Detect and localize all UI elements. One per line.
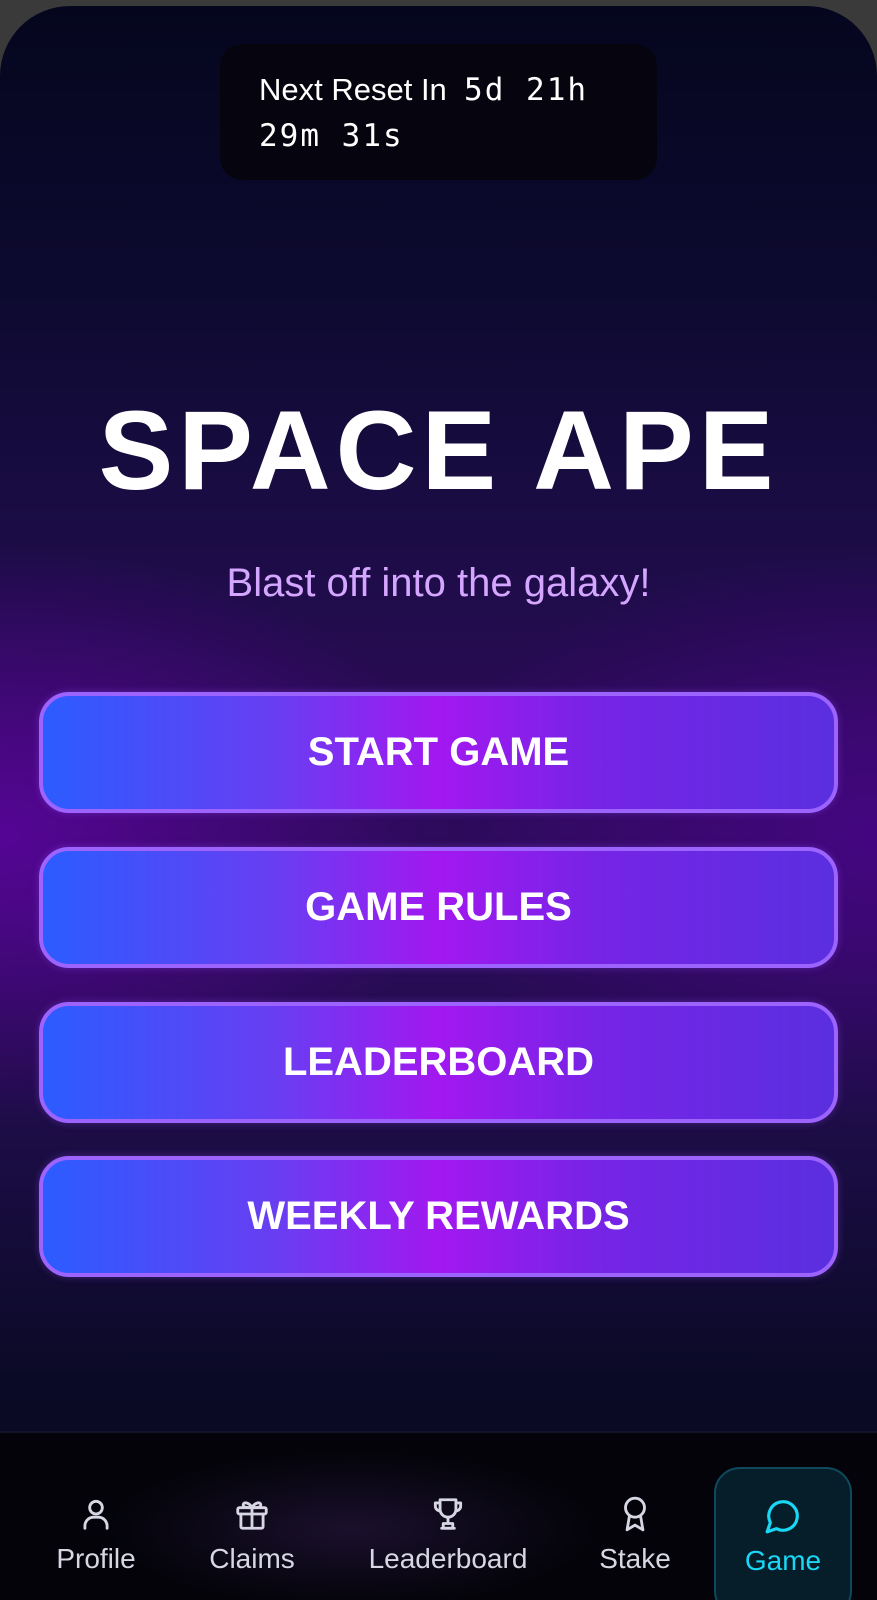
timer-label: Next Reset In bbox=[259, 72, 447, 107]
timer-line-1: Next Reset In 5d 21h bbox=[259, 72, 588, 108]
nav-label-profile: Profile bbox=[56, 1543, 136, 1574]
nav-item-claims[interactable]: Claims bbox=[192, 1433, 312, 1600]
trophy-icon bbox=[433, 1498, 463, 1530]
nav-label-game: Game bbox=[744, 1545, 822, 1576]
start-game-button[interactable]: START GAME bbox=[39, 692, 838, 813]
timer-minutes-seconds: 29m 31s bbox=[259, 118, 404, 154]
reset-timer: Next Reset In 5d 21h 29m 31s bbox=[220, 44, 657, 180]
game-rules-button[interactable]: GAME RULES bbox=[39, 847, 838, 968]
chat-bubble-icon bbox=[765, 1500, 799, 1534]
award-icon bbox=[624, 1496, 646, 1532]
timer-line-2: 29m 31s bbox=[259, 118, 404, 154]
nav-item-stake[interactable]: Stake bbox=[580, 1433, 690, 1600]
timer-days-hours: 5d 21h bbox=[464, 72, 589, 108]
leaderboard-button[interactable]: LEADERBOARD bbox=[39, 1002, 838, 1123]
nav-label-claims: Claims bbox=[209, 1543, 295, 1574]
weekly-rewards-button[interactable]: WEEKLY REWARDS bbox=[39, 1156, 838, 1277]
nav-item-leaderboard[interactable]: Leaderboard bbox=[358, 1433, 538, 1600]
game-subtitle: Blast off into the galaxy! bbox=[226, 561, 651, 605]
user-icon bbox=[83, 1499, 109, 1530]
bottom-nav: Profile Claims Leaderboard Stake Game bbox=[0, 1431, 877, 1600]
app-screen: Next Reset In 5d 21h 29m 31s SPACE APE B… bbox=[0, 6, 877, 1600]
nav-label-leaderboard: Leaderboard bbox=[368, 1543, 528, 1574]
game-title: SPACE APE bbox=[98, 388, 779, 513]
gift-icon bbox=[236, 1501, 268, 1530]
nav-label-stake: Stake bbox=[599, 1543, 671, 1574]
nav-item-game[interactable]: Game bbox=[714, 1467, 852, 1600]
nav-item-profile[interactable]: Profile bbox=[36, 1433, 156, 1600]
